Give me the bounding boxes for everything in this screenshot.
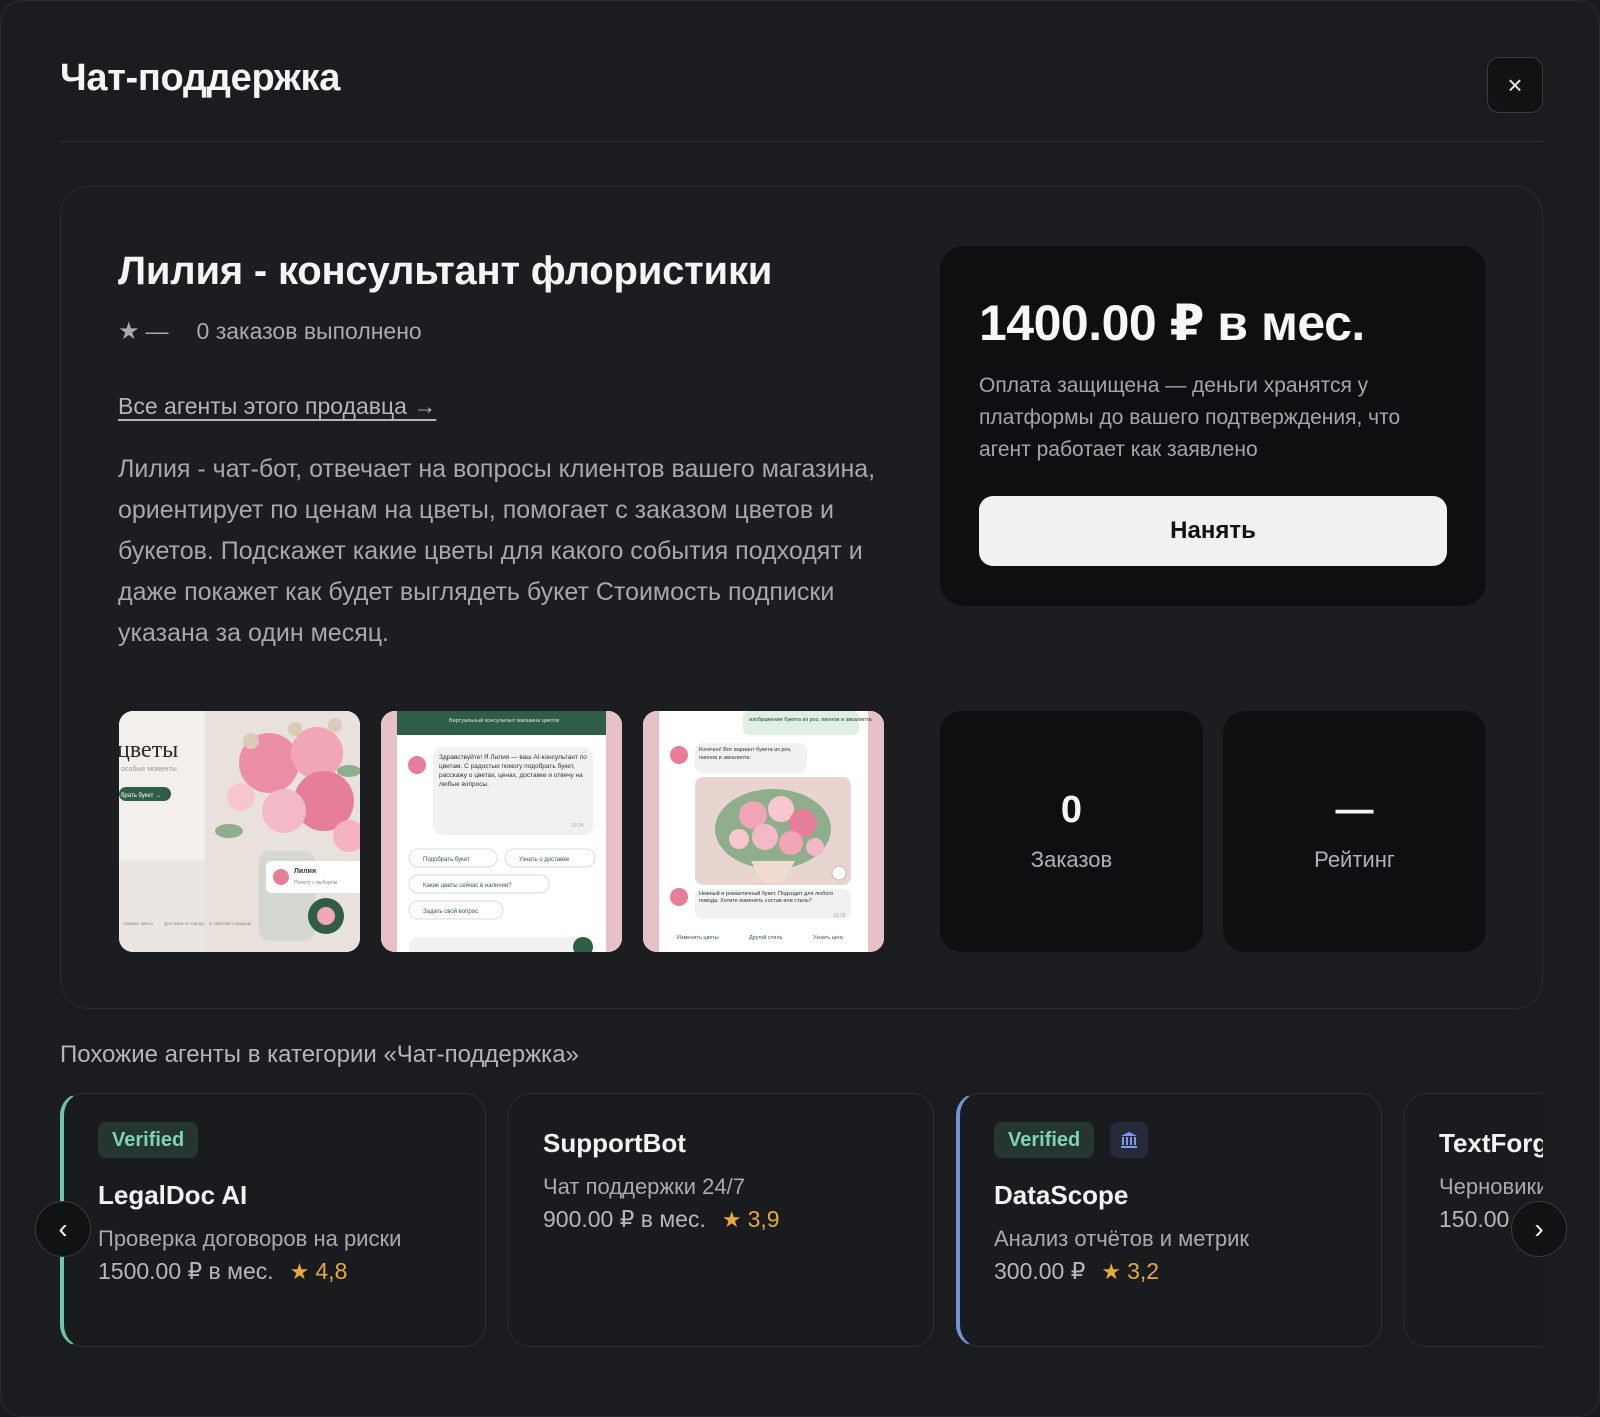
similar-agent-price-row: 900.00 ₽ в мес. ★ 3,9: [543, 1206, 780, 1233]
top-bubble: изображение букета из роз, пионов и эвка…: [749, 717, 873, 723]
rating-value: 3,9: [747, 1206, 780, 1232]
similar-agent-price: 150.00: [1439, 1206, 1510, 1232]
bank-icon: [1121, 1132, 1137, 1148]
close-icon: ×: [1507, 69, 1523, 100]
chat-bubble-offer: Конечно! Вот вариант букета из роз, пион…: [699, 747, 792, 761]
close-button[interactable]: ×: [1487, 57, 1543, 113]
rating-stat-label: Рейтинг: [1314, 847, 1395, 872]
chat-option-3: Узнать цену: [813, 935, 844, 941]
chevron-right-icon: ›: [1534, 1213, 1544, 1244]
chat-bubble-greeting: Здравствуйте! Я Лилия — ваш AI-консульта…: [439, 754, 587, 788]
chevron-left-icon: ‹: [58, 1213, 68, 1244]
similar-agents-carousel: Verified LegalDoc AI Проверка договоров …: [60, 1093, 1543, 1349]
similar-agent-desc: Черновики: [1439, 1174, 1543, 1199]
similar-agent-price: 300.00 ₽: [994, 1258, 1086, 1284]
rating-summary: ★ — 0 заказов выполнено: [118, 317, 422, 346]
chat-bouquet-preview: изображение букета из роз, пионов и эвка…: [643, 711, 884, 952]
orders-stat: 0 Заказов: [940, 711, 1203, 952]
chat-option-2: Другой стиль: [749, 934, 783, 941]
rating-value: 3,2: [1127, 1258, 1160, 1284]
similar-agent-name: TextForge: [1439, 1128, 1543, 1158]
agent-details-card: Лилия - консультант флористики ★ — 0 зак…: [60, 186, 1543, 1009]
similar-agents-title: Похожие агенты в категории «Чат-поддержк…: [60, 1041, 579, 1068]
modal-title: Чат-поддержка: [60, 57, 341, 99]
carousel-prev-button[interactable]: ‹: [35, 1201, 91, 1257]
chat-option-1: Подобрать букет: [423, 857, 470, 863]
hire-button[interactable]: Нанять: [979, 496, 1447, 566]
verified-badge: Verified: [994, 1122, 1095, 1158]
thumb-nav-1: Свежие цветы: [123, 921, 153, 926]
similar-agent-rating: ★ 3,9: [722, 1206, 780, 1233]
similar-agent-name: DataScope: [994, 1180, 1129, 1210]
institution-badge: [1110, 1122, 1148, 1158]
star-icon: ★: [289, 1258, 310, 1284]
chat-option-2: Узнать о доставке: [519, 857, 570, 863]
chat-header: Виртуальный консультант магазина цветов: [449, 717, 559, 724]
star-icon: ★: [118, 318, 140, 345]
rating-value: 4,8: [315, 1258, 348, 1284]
chip-name: Лилия: [294, 868, 316, 875]
agent-modal: Чат-поддержка × Лилия - консультант флор…: [0, 0, 1600, 1417]
thumb-cta: брать букет →: [121, 793, 161, 799]
similar-agent-rating: ★ 3,2: [1101, 1258, 1159, 1285]
thumb-nav-2: Доставка по городу: [164, 921, 205, 926]
chat-bubble-bouquet: Нежный и романтичный букет. Подходит для…: [699, 891, 834, 904]
thumb-subline: особые моменты: [121, 765, 177, 773]
similar-agent-desc: Чат поддержки 24/7: [543, 1174, 745, 1199]
price-label: 1400.00 ₽ в мес.: [979, 295, 1365, 351]
agent-description: Лилия - чат-бот, отвечает на вопросы кли…: [118, 455, 876, 647]
rating-stat: — Рейтинг: [1223, 711, 1486, 952]
rating-value: —: [145, 318, 169, 344]
pricing-panel: 1400.00 ₽ в мес. Оплата защищена — деньг…: [940, 246, 1486, 606]
chat-greeting-preview: Виртуальный консультант магазина цветов …: [381, 711, 622, 952]
verified-badge: Verified: [98, 1122, 199, 1158]
similar-agent-price-row: 300.00 ₽ ★ 3,2: [994, 1258, 1159, 1285]
chat-option-1: Изменить цветы: [677, 935, 719, 941]
screenshot-thumb-2[interactable]: Виртуальный консультант магазина цветов …: [381, 711, 622, 952]
carousel-next-button[interactable]: ›: [1511, 1201, 1567, 1257]
screenshot-thumb-3[interactable]: изображение букета из роз, пионов и эвка…: [643, 711, 884, 952]
similar-agent-price-row: 1500.00 ₽ в мес. ★ 4,8: [98, 1258, 347, 1285]
thumb-nav-3: С заботой о каждом: [209, 920, 251, 926]
seller-agents-link[interactable]: Все агенты этого продавца →: [118, 393, 436, 420]
similar-agent-price: 900.00 ₽ в мес.: [543, 1206, 706, 1232]
similar-agent-name: LegalDoc AI: [98, 1180, 248, 1210]
similar-agent-price: 1500.00 ₽ в мес.: [98, 1258, 274, 1284]
similar-agent-name: SupportBot: [543, 1128, 686, 1158]
chat-option-4: Задать свой вопрос: [423, 908, 478, 915]
orders-count: 0 заказов выполнено: [196, 318, 422, 344]
chat-time: 10:24: [571, 823, 584, 829]
chat-time: 10:26: [833, 913, 846, 919]
rating-stat-value: —: [1335, 789, 1374, 831]
similar-agent-desc: Анализ отчётов и метрик: [994, 1226, 1250, 1251]
orders-stat-label: Заказов: [1030, 847, 1113, 872]
thumb-headline: цветы: [119, 737, 178, 763]
orders-stat-value: 0: [1060, 789, 1083, 831]
similar-agent-rating: ★ 4,8: [290, 1258, 348, 1285]
flower-shop-preview: Лилия Помогу с выбором цветы особые моме…: [119, 711, 360, 952]
similar-agent-desc: Проверка договоров на риски: [98, 1226, 402, 1251]
payment-protection-note: Оплата защищена — деньги хранятся у плат…: [979, 374, 1401, 461]
similar-agent-card[interactable]: Verified DataScope Анализ отчётов и метр…: [956, 1093, 1382, 1347]
screenshot-thumb-1[interactable]: Лилия Помогу с выбором цветы особые моме…: [119, 711, 360, 952]
similar-agent-card[interactable]: SupportBot Чат поддержки 24/7 900.00 ₽ в…: [508, 1093, 934, 1347]
agent-name: Лилия - консультант флористики: [118, 249, 773, 293]
star-icon: ★: [721, 1206, 742, 1232]
chat-option-3: Какие цветы сейчас в наличии?: [423, 882, 512, 889]
chip-sub: Помогу с выбором: [294, 880, 338, 886]
star-icon: ★: [1101, 1258, 1122, 1284]
header-divider: [60, 141, 1543, 142]
similar-agent-card[interactable]: Verified LegalDoc AI Проверка договоров …: [60, 1093, 486, 1347]
